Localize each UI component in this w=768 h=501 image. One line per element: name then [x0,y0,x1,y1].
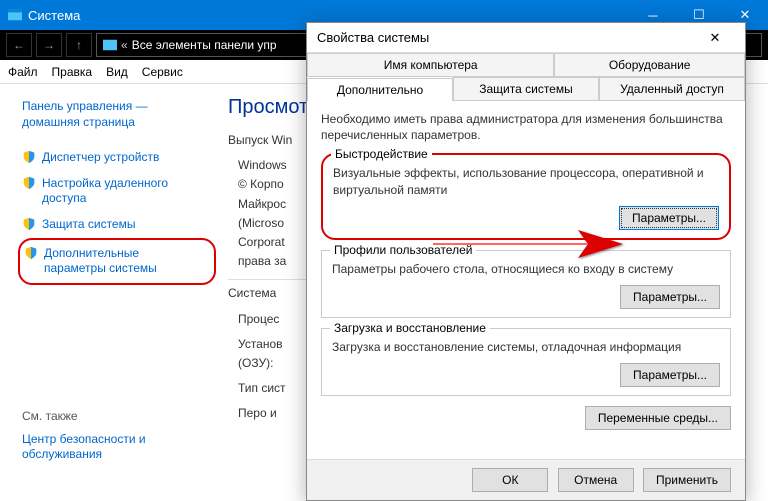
admin-note: Необходимо иметь права администратора дл… [321,111,731,143]
side-nav: Панель управления —домашняя страница Дис… [0,84,220,501]
group-title: Загрузка и восстановление [330,321,490,335]
security-center-link[interactable]: Центр безопасности и обслуживания [18,427,216,468]
advanced-settings-link[interactable]: Дополнительные параметры системы [18,238,216,285]
cancel-button[interactable]: Отмена [558,468,634,492]
group-desc: Загрузка и восстановление системы, отлад… [332,339,720,355]
tab-hardware[interactable]: Оборудование [554,53,745,76]
system-icon [8,8,22,22]
dialog-footer: ОК Отмена Применить [307,459,745,500]
tab-computer-name[interactable]: Имя компьютера [307,53,554,76]
env-vars-button[interactable]: Переменные среды... [585,406,731,430]
back-button[interactable]: ← [6,33,32,57]
performance-group: Быстродействие Визуальные эффекты, испол… [321,153,731,239]
profiles-settings-button[interactable]: Параметры... [620,285,720,309]
tab-system-protection[interactable]: Защита системы [453,77,599,100]
system-properties-dialog: Свойства системы ✕ Имя компьютера Оборуд… [306,22,746,501]
dialog-title: Свойства системы [317,30,429,45]
group-title: Профили пользователей [330,243,476,257]
shield-icon [22,150,36,164]
performance-settings-button[interactable]: Параметры... [619,206,719,230]
remote-settings-link[interactable]: Настройка удаленного доступа [18,171,216,212]
group-desc: Визуальные эффекты, использование процес… [333,165,719,197]
startup-recovery-group: Загрузка и восстановление Загрузка и вос… [321,328,731,396]
window-title: Система [28,8,80,23]
home-link[interactable]: Панель управления —домашняя страница [18,94,216,135]
see-also-label: См. также [18,405,216,427]
device-manager-link[interactable]: Диспетчер устройств [18,145,216,171]
apply-button[interactable]: Применить [643,468,731,492]
dialog-close-button[interactable]: ✕ [695,24,735,52]
shield-icon [22,176,36,190]
breadcrumb: Все элементы панели упр [132,38,277,52]
user-profiles-group: Профили пользователей Параметры рабочего… [321,250,731,318]
shield-icon [22,217,36,231]
forward-button[interactable]: → [36,33,62,57]
main-content: Просмот Выпуск Win Windows © Корпо Майкр… [220,84,316,501]
shield-icon [24,246,38,260]
dialog-titlebar: Свойства системы ✕ [307,23,745,53]
ok-button[interactable]: ОК [472,468,548,492]
tab-advanced[interactable]: Дополнительно [307,78,453,101]
startup-settings-button[interactable]: Параметры... [620,363,720,387]
up-button[interactable]: ↑ [66,33,92,57]
menu-tools[interactable]: Сервис [142,65,183,79]
system-protection-link[interactable]: Защита системы [18,212,216,238]
menu-edit[interactable]: Правка [52,65,93,79]
group-title: Быстродействие [331,147,432,161]
group-desc: Параметры рабочего стола, относящиеся ко… [332,261,720,277]
menu-view[interactable]: Вид [106,65,128,79]
menu-file[interactable]: Файл [8,65,38,79]
page-title: Просмот [228,96,308,119]
tab-remote[interactable]: Удаленный доступ [599,77,745,100]
panel-icon [103,38,117,52]
